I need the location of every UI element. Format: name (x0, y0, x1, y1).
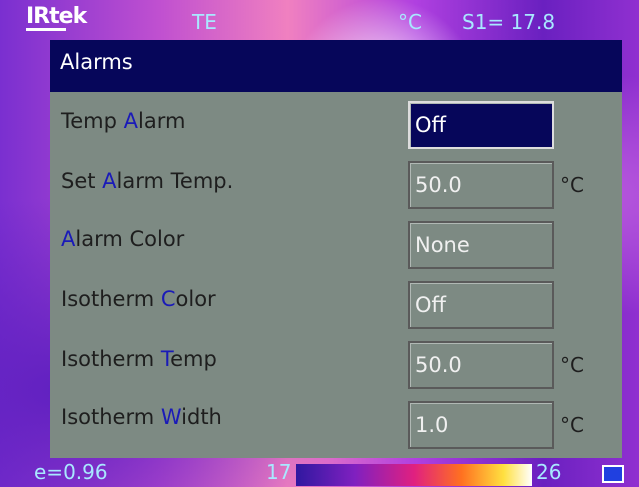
dialog-title: Alarms (60, 50, 133, 74)
mode-indicator: TE (192, 10, 217, 34)
temp-alarm-value[interactable]: Off (408, 101, 554, 149)
set-alarm-temp-unit: °C (560, 173, 584, 197)
isotherm-color-label: Isotherm Color (61, 287, 216, 311)
brand-logo: IRtek (26, 4, 87, 29)
scale-max-value: 26 (536, 460, 562, 484)
isotherm-temp-label: Isotherm Temp (61, 347, 217, 371)
set-alarm-temp-value[interactable]: 50.0 (408, 161, 554, 209)
alarms-dialog: Alarms Temp Alarm Off Set Alarm Temp. 50… (50, 40, 622, 458)
dialog-header: Alarms (50, 40, 622, 92)
temp-alarm-label: Temp Alarm (61, 109, 186, 133)
set-alarm-temp-label: Set Alarm Temp. (61, 169, 234, 193)
scale-min-value: 17 (266, 460, 292, 484)
isotherm-width-unit: °C (560, 413, 584, 437)
isotherm-width-value[interactable]: 1.0 (408, 401, 554, 449)
palette-indicator-icon (602, 465, 624, 483)
color-palette-bar (296, 464, 532, 486)
footer-bar: e=0.96 17 26 (0, 458, 639, 487)
brand-underline (26, 28, 66, 31)
alarm-color-label: Alarm Color (61, 227, 185, 251)
isotherm-temp-unit: °C (560, 353, 584, 377)
spot-reading: S1= 17.8 (462, 10, 556, 34)
isotherm-color-value[interactable]: Off (408, 281, 554, 329)
isotherm-temp-value[interactable]: 50.0 (408, 341, 554, 389)
status-bar: IRtek TE °C S1= 17.8 (0, 0, 639, 38)
alarm-color-value[interactable]: None (408, 221, 554, 269)
emissivity-readout: e=0.96 (34, 460, 108, 484)
temperature-unit: °C (398, 10, 422, 34)
isotherm-width-label: Isotherm Width (61, 405, 222, 429)
